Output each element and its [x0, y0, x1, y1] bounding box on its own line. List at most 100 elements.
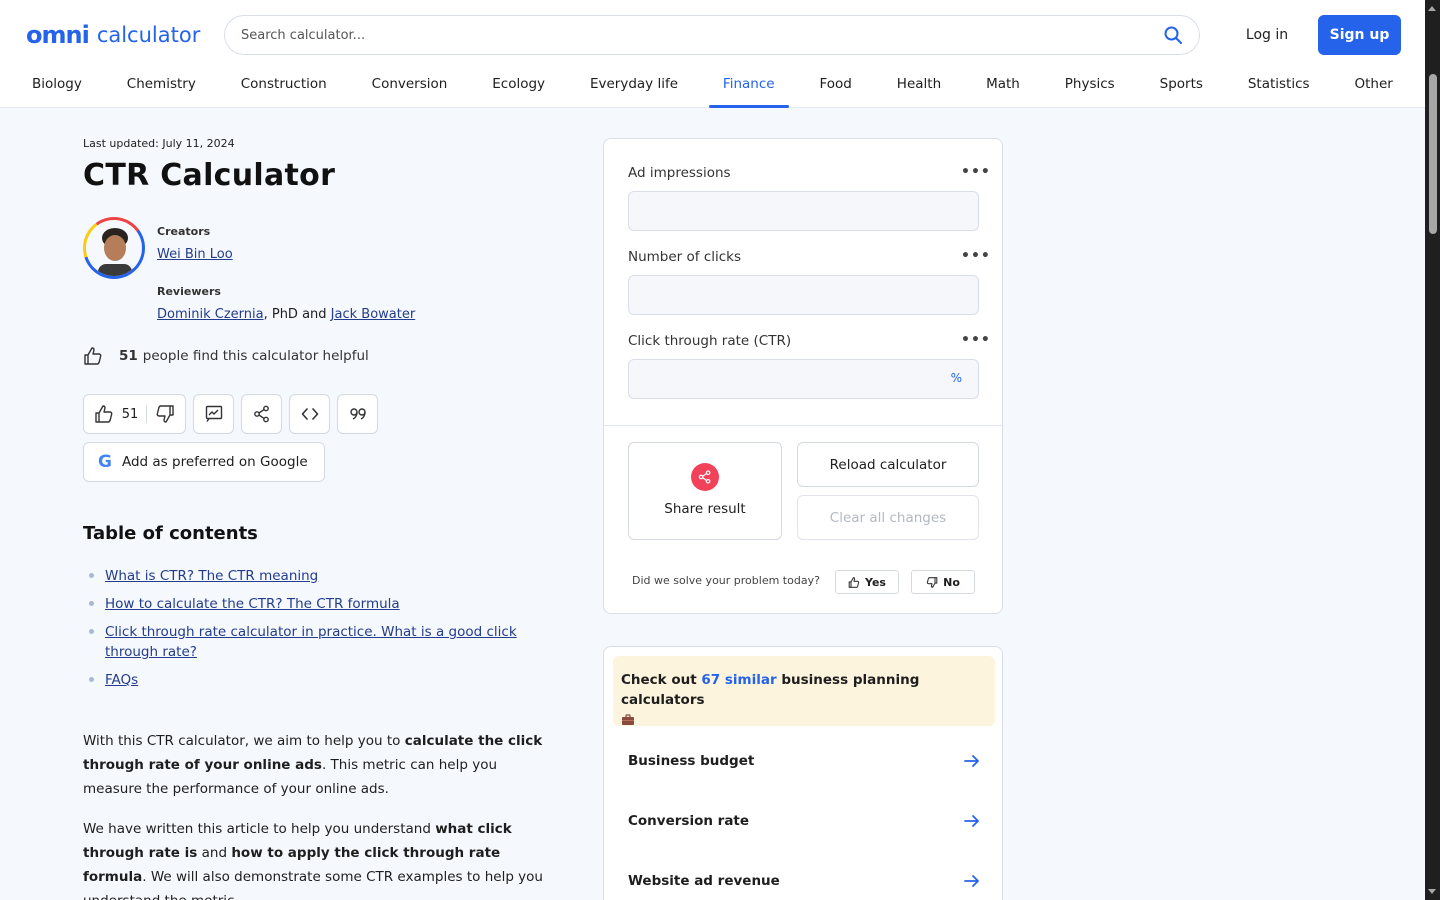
search-icon[interactable]	[1163, 25, 1183, 45]
toc-link-4[interactable]: FAQs	[105, 672, 138, 688]
nav-physics[interactable]: Physics	[1043, 60, 1137, 108]
clear-changes-button[interactable]: Clear all changes	[797, 495, 979, 540]
cite-button[interactable]	[337, 394, 378, 434]
arrow-right-icon	[964, 755, 979, 767]
thumbs-up-icon	[84, 347, 102, 365]
toc-link-1[interactable]: What is CTR? The CTR meaning	[105, 568, 318, 584]
more-options-icon[interactable]: •••	[961, 248, 991, 264]
ctr-unit[interactable]: %	[951, 371, 962, 385]
no-label: No	[943, 575, 960, 589]
toc-title: Table of contents	[83, 523, 258, 544]
reviewer-link-2[interactable]: Jack Bowater	[331, 307, 416, 322]
similar-item-business-budget[interactable]: Business budget	[628, 751, 980, 771]
nav-food[interactable]: Food	[798, 60, 874, 108]
nav-everyday-life[interactable]: Everyday life	[568, 60, 700, 108]
thumbs-up-icon[interactable]	[94, 405, 114, 423]
field-label-ctr: Click through rate (CTR)	[628, 333, 792, 349]
creator-link[interactable]: Wei Bin Loo	[157, 247, 233, 262]
google-button-label: Add as preferred on Google	[121, 454, 308, 470]
nav-health[interactable]: Health	[875, 60, 963, 108]
vote-count: 51	[121, 406, 139, 422]
avatar-portrait-icon	[98, 228, 132, 276]
search-bar[interactable]	[224, 15, 1200, 55]
vote-group: 51	[83, 394, 186, 434]
nav-ecology[interactable]: Ecology	[470, 60, 567, 108]
helpful-count: 51	[119, 348, 138, 364]
toc-link-2[interactable]: How to calculate the CTR? The CTR formul…	[105, 596, 400, 612]
feedback-button[interactable]	[193, 394, 234, 434]
similar-item-label: Conversion rate	[628, 813, 750, 829]
add-preferred-google-button[interactable]: G Add as preferred on Google	[83, 442, 325, 482]
no-button[interactable]: No	[911, 570, 975, 594]
nav-math[interactable]: Math	[964, 60, 1042, 108]
share-button[interactable]	[241, 394, 282, 434]
creator-avatar[interactable]	[83, 217, 145, 279]
intro-paragraph-2: We have written this article to help you…	[83, 817, 543, 900]
toc-item: Click through rate calculator in practic…	[89, 622, 529, 662]
signup-button[interactable]: Sign up	[1318, 15, 1401, 55]
toc-item: What is CTR? The CTR meaning	[89, 566, 529, 586]
ctr-input[interactable]: %	[628, 359, 979, 399]
nav-statistics[interactable]: Statistics	[1226, 60, 1332, 108]
nav-biology[interactable]: Biology	[10, 60, 104, 108]
share-result-button[interactable]: Share result	[628, 442, 782, 540]
feedback-chart-icon	[205, 405, 222, 422]
clicks-input[interactable]	[628, 275, 979, 315]
briefcase-icon	[622, 714, 634, 725]
thumbs-down-icon	[926, 576, 938, 588]
more-options-icon[interactable]: •••	[961, 332, 991, 348]
similar-calculators-card: Check out 67 similar business planning c…	[603, 646, 1003, 900]
reload-calculator-button[interactable]: Reload calculator	[797, 442, 979, 487]
logo-text: calculator	[96, 23, 201, 47]
helpful-text: people find this calculator helpful	[142, 348, 369, 364]
similar-item-website-ad-revenue[interactable]: Website ad revenue	[628, 871, 980, 891]
impressions-input[interactable]	[628, 191, 979, 231]
text-run: With this CTR calculator, we aim to help…	[83, 733, 405, 749]
intro-paragraph-1: With this CTR calculator, we aim to help…	[83, 729, 543, 801]
table-of-contents: What is CTR? The CTR meaning How to calc…	[89, 566, 529, 698]
reviewers-label: Reviewers	[157, 285, 221, 298]
more-options-icon[interactable]: •••	[961, 164, 991, 180]
helpful-summary: 51 people find this calculator helpful	[83, 347, 369, 365]
scroll-thumb[interactable]	[1429, 74, 1437, 234]
thumbs-up-icon	[848, 576, 860, 588]
reviewers-list: Dominik Czernia, PhD and Jack Bowater	[157, 307, 415, 322]
arrow-right-icon	[964, 815, 979, 827]
nav-construction[interactable]: Construction	[219, 60, 349, 108]
updated-prefix: Last updated:	[83, 137, 159, 150]
similar-item-label: Business budget	[628, 753, 755, 769]
nav-sports[interactable]: Sports	[1138, 60, 1225, 108]
yes-button[interactable]: Yes	[835, 570, 899, 594]
creators-list: Wei Bin Loo	[157, 247, 233, 262]
thumbs-down-icon[interactable]	[155, 405, 175, 423]
similar-prefix: Check out	[621, 672, 702, 688]
embed-button[interactable]	[289, 394, 330, 434]
similar-count-link[interactable]: 67 similar	[701, 672, 776, 688]
login-button[interactable]: Log in	[1232, 15, 1302, 55]
toc-item: FAQs	[89, 670, 529, 690]
creators-label: Creators	[157, 225, 211, 238]
search-input[interactable]	[241, 27, 1163, 43]
vote-divider	[146, 405, 148, 423]
toc-item: How to calculate the CTR? The CTR formul…	[89, 594, 529, 614]
solve-question: Did we solve your problem today?	[632, 574, 820, 587]
nav-finance[interactable]: Finance	[701, 60, 797, 108]
nav-conversion[interactable]: Conversion	[350, 60, 470, 108]
page-scrollbar[interactable]	[1425, 0, 1440, 900]
google-icon: G	[98, 452, 112, 472]
reviewer-link-1[interactable]: Dominik Czernia	[157, 307, 264, 322]
quote-icon	[349, 408, 366, 420]
nav-other[interactable]: Other	[1332, 60, 1414, 108]
page-title: CTR Calculator	[83, 158, 336, 193]
share-result-icon	[691, 463, 719, 491]
scroll-down-arrow-icon[interactable]	[1428, 889, 1436, 894]
toc-link-3[interactable]: Click through rate calculator in practic…	[105, 624, 517, 660]
nav-chemistry[interactable]: Chemistry	[105, 60, 218, 108]
yes-label: Yes	[865, 575, 886, 589]
last-updated: Last updated: July 11, 2024	[83, 137, 235, 150]
similar-item-conversion-rate[interactable]: Conversion rate	[628, 811, 980, 831]
scroll-up-arrow-icon[interactable]	[1428, 6, 1436, 11]
category-nav: Biology Chemistry Construction Conversio…	[10, 60, 1415, 108]
omni-logo[interactable]: omni calculator	[26, 20, 200, 50]
code-icon	[301, 408, 318, 420]
